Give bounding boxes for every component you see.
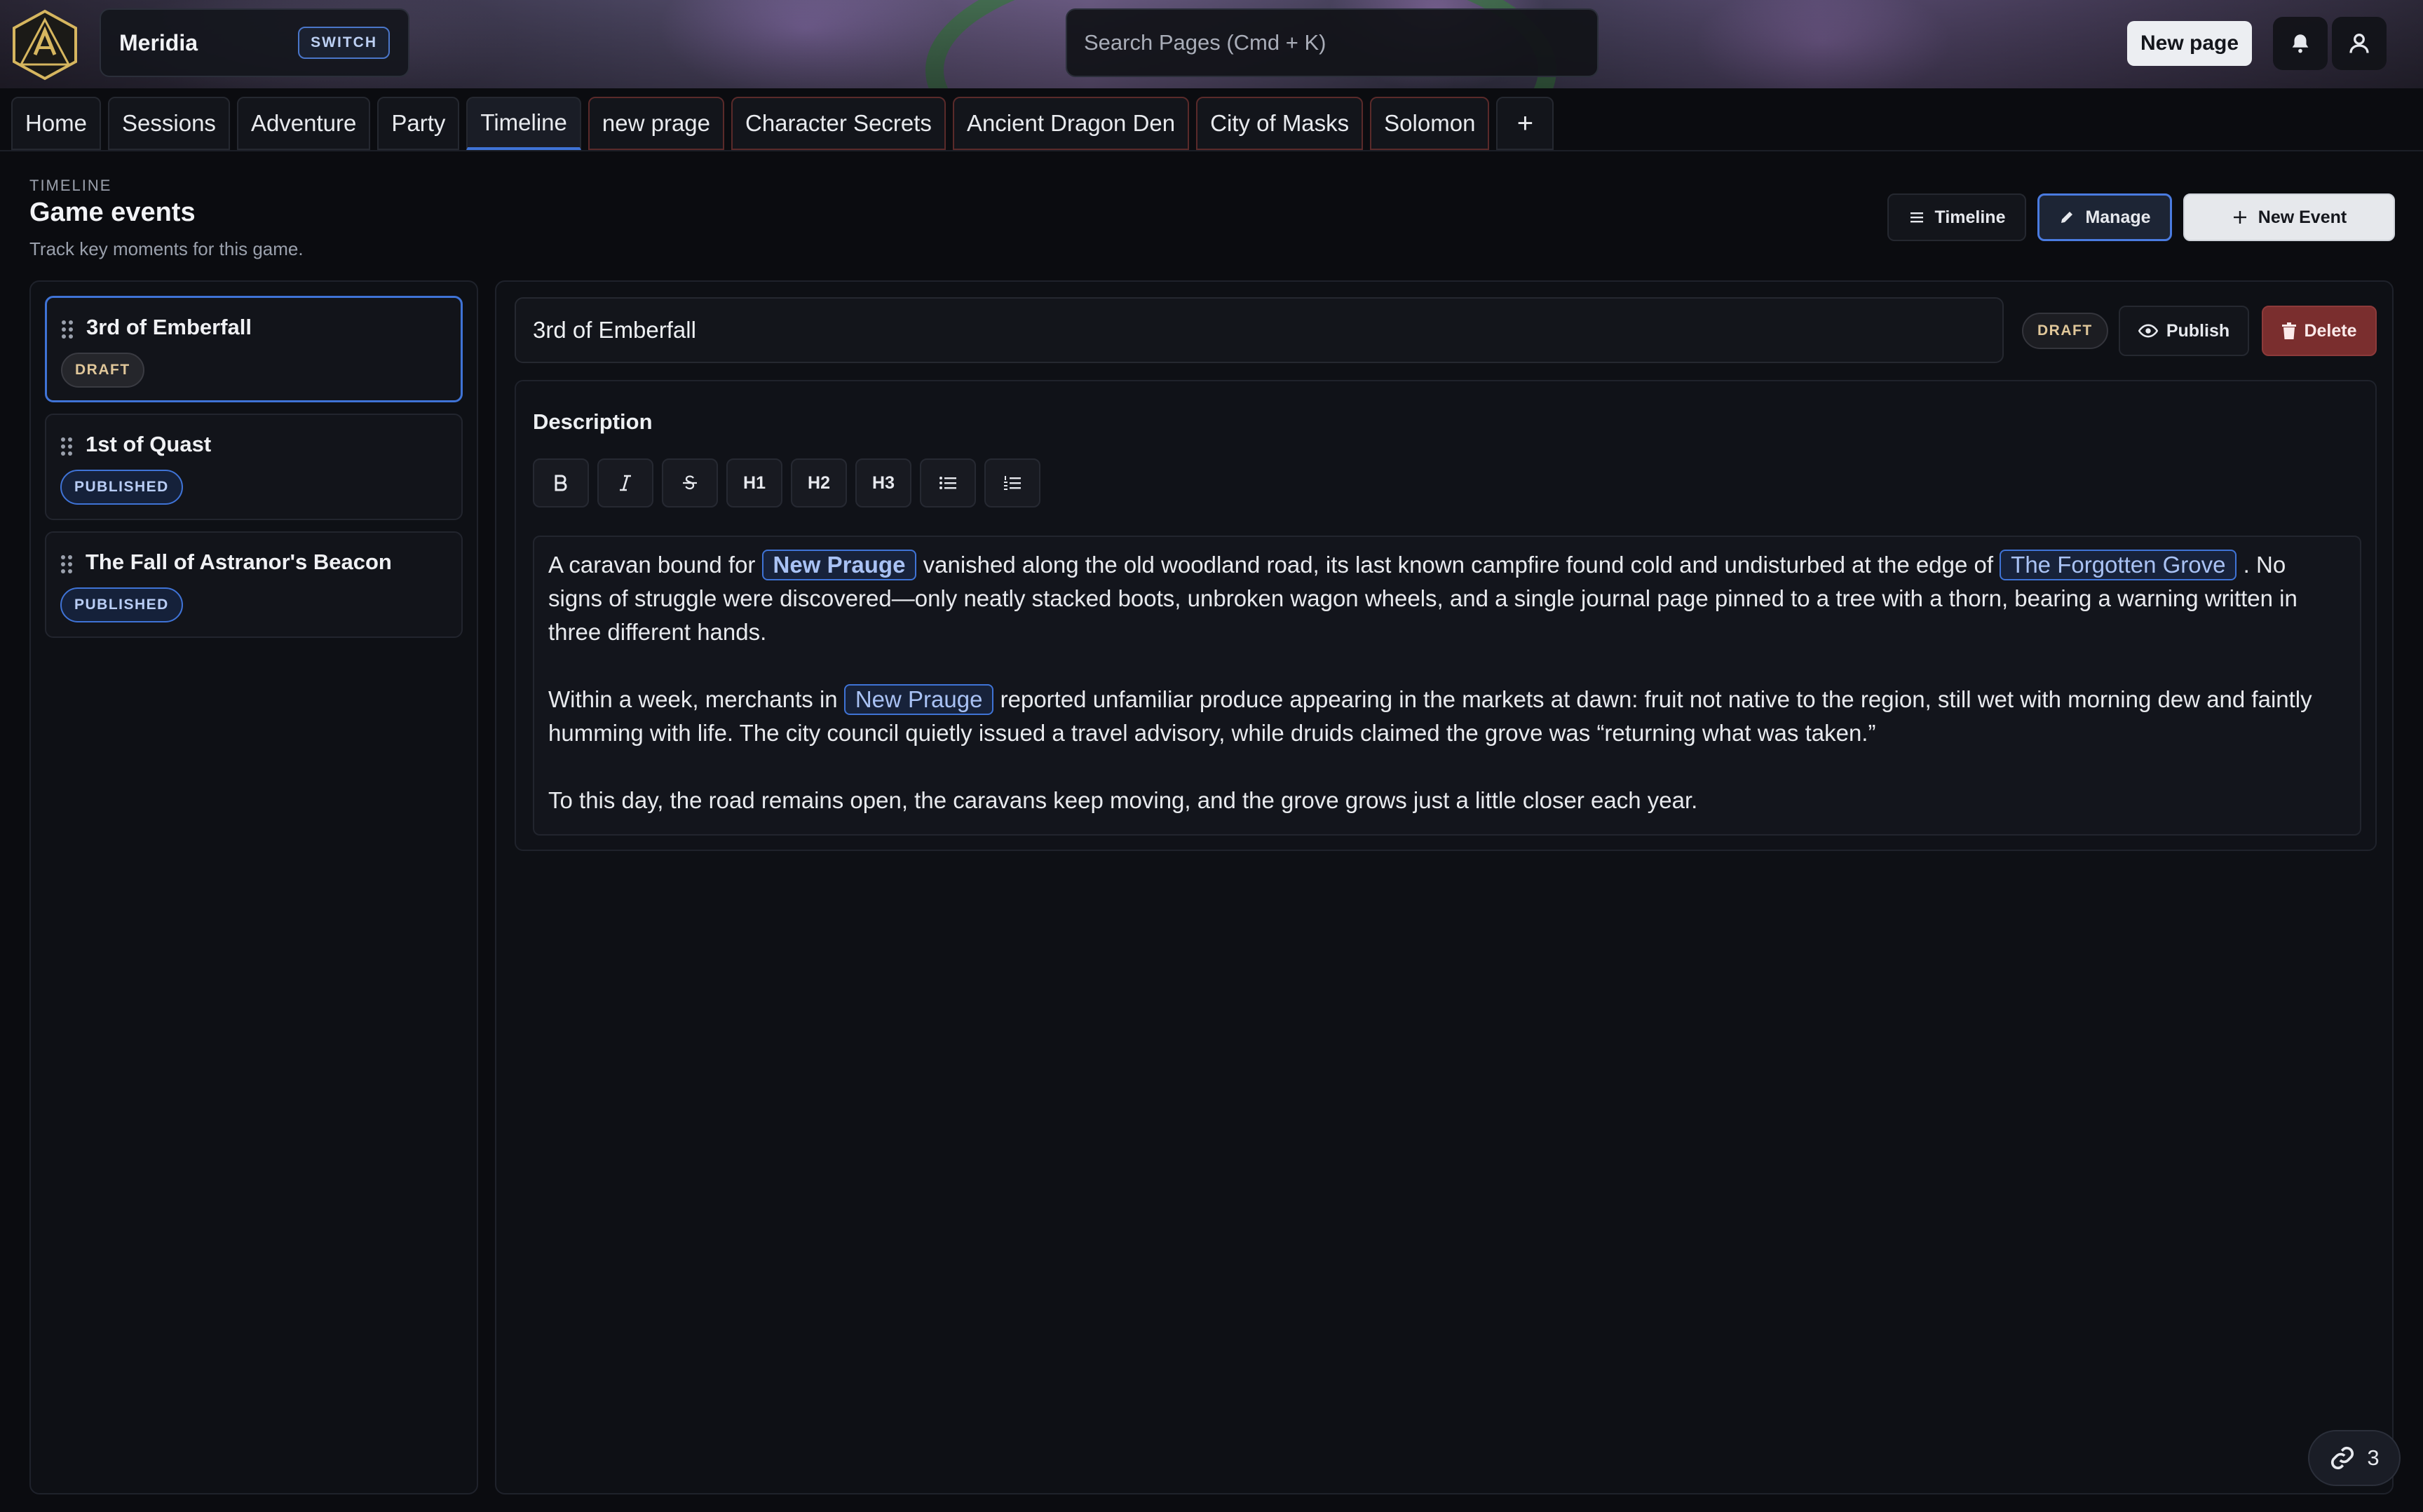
mention-link[interactable]: New Prauge [761,550,917,580]
italic-button[interactable] [597,458,653,508]
eye-icon [2138,324,2158,338]
event-list: 3rd of Emberfall DRAFT 1st of Quast PUBL… [29,280,478,1494]
heading-2-button[interactable]: H2 [791,458,847,508]
page-subtitle: Track key moments for this game. [29,238,304,259]
user-icon [2349,34,2369,53]
description-section: Description H1 H2 H3 A caravan bound for… [515,380,2377,851]
heading-3-button[interactable]: H3 [855,458,911,508]
status-badge: PUBLISHED [60,587,183,622]
link-icon [2331,1446,2354,1470]
numbered-list-icon [1004,476,1021,490]
page-title: Game events [29,198,196,227]
heading-1-button[interactable]: H1 [726,458,782,508]
editor-paragraph: To this day, the road remains open, the … [548,787,1698,813]
search-bar[interactable] [1066,8,1599,77]
manage-button[interactable]: Manage [2037,193,2172,241]
status-badge: DRAFT [61,353,144,388]
tab-home[interactable]: Home [11,97,102,150]
bold-icon [555,475,567,491]
new-page-button[interactable]: New page [2127,21,2252,66]
tab-sessions[interactable]: Sessions [108,97,230,150]
drag-handle-icon[interactable] [59,436,74,457]
mention-link[interactable]: New Prauge [843,684,994,715]
tab-new-prage[interactable]: new prage [588,97,724,150]
publish-button[interactable]: Publish [2119,306,2249,356]
add-tab-button[interactable]: + [1496,97,1554,150]
linked-pages-button[interactable]: 3 [2308,1430,2401,1486]
bell-icon [2292,34,2309,53]
bullet-list-button[interactable] [920,458,976,508]
switch-campaign-button[interactable]: SWITCH [298,27,390,59]
bullet-list-icon [939,477,956,489]
plus-icon [2233,211,2246,224]
search-input[interactable] [1084,30,1580,55]
tab-solomon[interactable]: Solomon [1370,97,1490,150]
strikethrough-icon [683,475,697,490]
event-item[interactable]: The Fall of Astranor's Beacon PUBLISHED [45,531,463,638]
tab-timeline[interactable]: Timeline [466,97,581,150]
app-logo-icon[interactable] [10,8,80,81]
bold-button[interactable] [533,458,589,508]
event-title: 1st of Quast [86,432,212,456]
event-title-field[interactable] [515,297,2004,363]
tab-party[interactable]: Party [377,97,460,150]
page-tabs: Home Sessions Adventure Party Timeline n… [11,97,1554,150]
mention-link[interactable]: The Forgotten Grove [2000,550,2237,580]
delete-button[interactable]: Delete [2262,306,2377,356]
notifications-button[interactable] [2273,17,2328,70]
event-title: 3rd of Emberfall [86,315,252,339]
tab-character-secrets[interactable]: Character Secrets [731,97,946,150]
editor-status-badge: DRAFT [2022,313,2108,349]
description-editor[interactable]: A caravan bound for New Prauge vanished … [533,536,2361,836]
editor-paragraph: A caravan bound for New Prauge vanished … [548,548,2346,649]
event-title-input[interactable] [533,317,1986,343]
tab-adventure[interactable]: Adventure [236,97,371,150]
new-event-button[interactable]: New Event [2183,193,2395,241]
format-toolbar: H1 H2 H3 [533,458,1040,508]
status-badge: PUBLISHED [60,470,183,505]
campaign-selector: Meridia SWITCH [100,8,409,77]
event-editor: DRAFT Publish Delete Description [495,280,2394,1494]
italic-icon [620,475,631,491]
event-title: The Fall of Astranor's Beacon [86,550,392,574]
tab-city-of-masks[interactable]: City of Masks [1196,97,1364,150]
section-eyebrow: TIMELINE [29,177,112,194]
strikethrough-button[interactable] [662,458,718,508]
link-count: 3 [2367,1445,2380,1470]
event-item[interactable]: 1st of Quast PUBLISHED [45,414,463,520]
event-item[interactable]: 3rd of Emberfall DRAFT [45,296,463,402]
numbered-list-button[interactable] [984,458,1040,508]
campaign-name: Meridia [119,29,198,55]
list-icon [1910,212,1923,223]
timeline-view-button[interactable]: Timeline [1887,193,2026,241]
trash-icon [2282,322,2297,339]
tab-ancient-dragon-den[interactable]: Ancient Dragon Den [952,97,1190,150]
drag-handle-icon[interactable] [59,554,74,575]
profile-button[interactable] [2332,17,2387,70]
pencil-icon [2061,212,2073,223]
editor-paragraph: Within a week, merchants in New Prauge r… [548,683,2346,750]
description-label: Description [533,409,653,434]
drag-handle-icon[interactable] [60,319,75,340]
